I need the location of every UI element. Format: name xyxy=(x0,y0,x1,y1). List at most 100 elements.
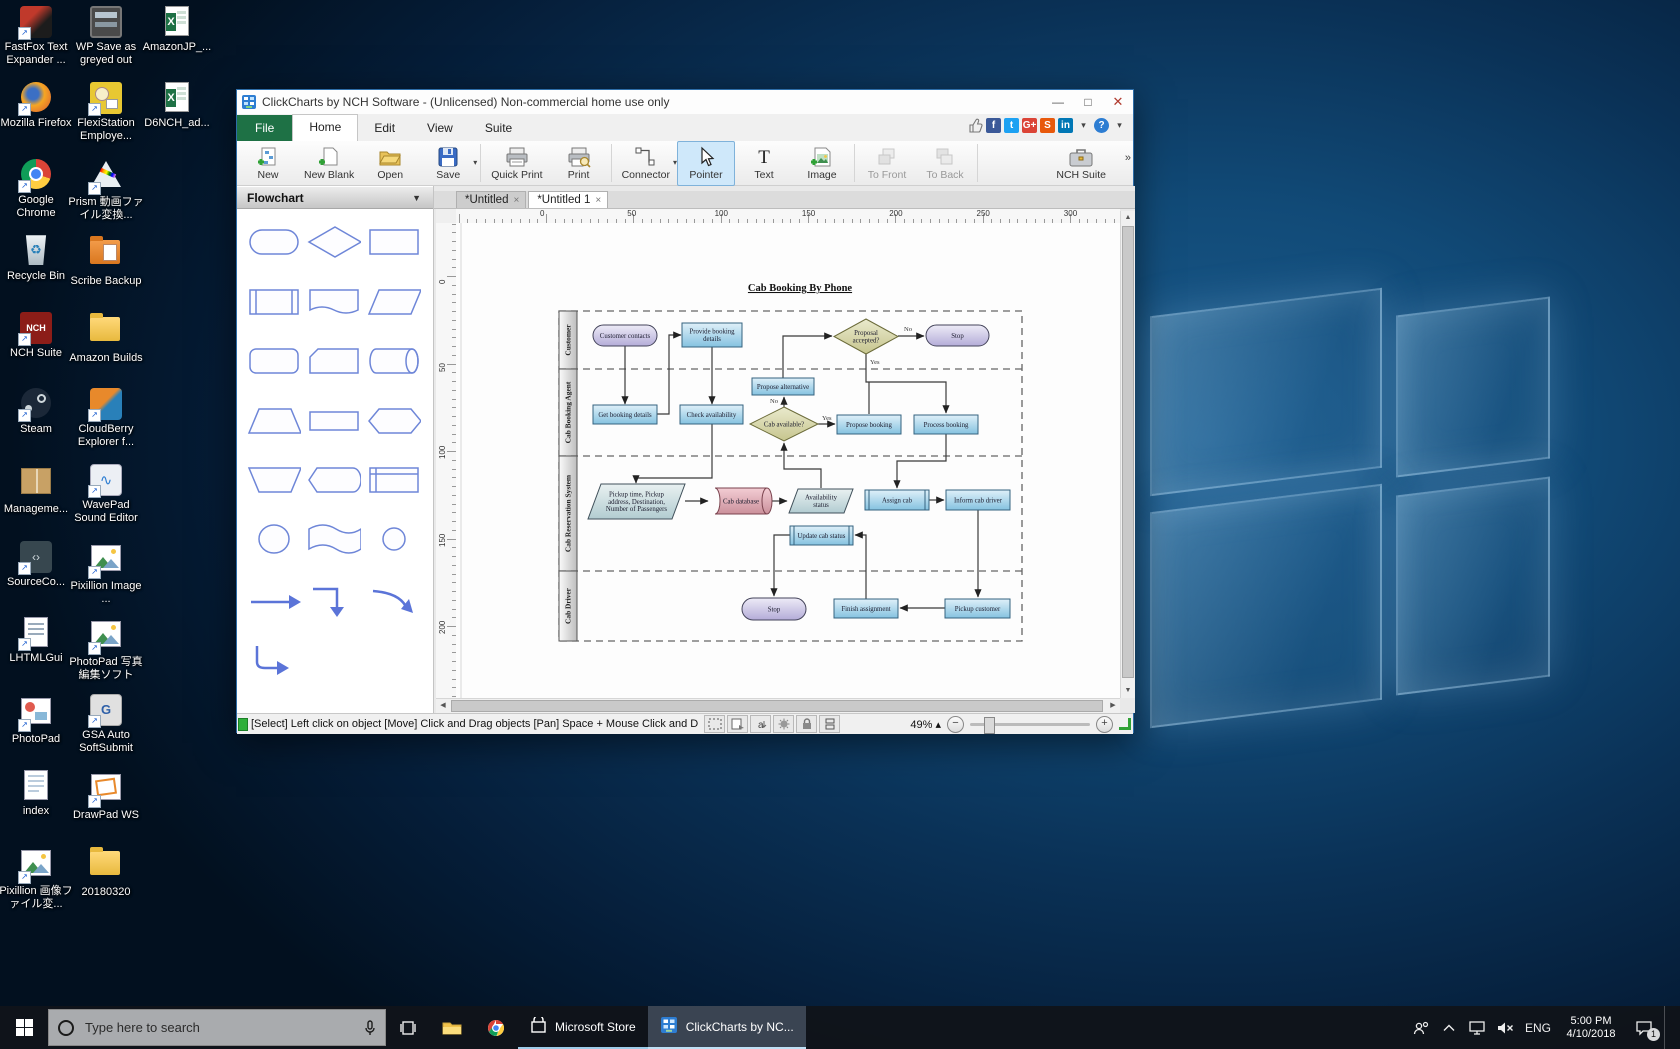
tab-close-icon[interactable]: × xyxy=(595,195,601,206)
menu-tab-suite[interactable]: Suite xyxy=(469,116,528,141)
zoom-level[interactable]: 49% xyxy=(910,719,932,731)
taskbar-clock[interactable]: 5:00 PM 4/10/2018 xyxy=(1558,1015,1624,1041)
connector[interactable] xyxy=(897,434,946,488)
shapes-panel-header[interactable]: Flowchart ▼ xyxy=(237,187,433,209)
desktop-icon[interactable]: ‹›↗SourceCo... xyxy=(0,541,74,589)
flowchart-node[interactable]: Proposalaccepted? xyxy=(834,319,898,354)
export-image-icon[interactable] xyxy=(727,715,748,733)
flowchart-node[interactable]: Stop xyxy=(926,325,989,346)
chevron-down-icon[interactable]: ▾ xyxy=(1112,118,1127,133)
close-button[interactable]: ✕ xyxy=(1103,91,1133,114)
connector[interactable] xyxy=(657,335,681,414)
people-icon[interactable] xyxy=(1408,1006,1434,1049)
document-tab[interactable]: *Untitled× xyxy=(456,191,526,208)
desktop-icon[interactable]: ↗PhotoPad xyxy=(0,694,74,746)
start-button[interactable] xyxy=(0,1006,48,1049)
desktop-icon[interactable]: ↗Steam xyxy=(0,388,74,436)
menu-tab-edit[interactable]: Edit xyxy=(358,116,411,141)
resize-grip[interactable] xyxy=(1119,718,1131,730)
shape-circle-small[interactable] xyxy=(367,522,421,556)
to-front-button[interactable]: To Front xyxy=(858,141,916,186)
shape-predefined[interactable] xyxy=(247,285,301,319)
desktop-icon[interactable]: ∿↗WavePad Sound Editor xyxy=(68,464,144,525)
desktop-icon[interactable]: index xyxy=(0,770,74,818)
connector[interactable] xyxy=(784,443,821,488)
desktop-icon[interactable]: ↗DrawPad WS xyxy=(68,770,144,822)
shape-card[interactable] xyxy=(307,344,361,378)
connector[interactable] xyxy=(774,535,790,596)
titlebar[interactable]: ClickCharts by NCH Software - (Unlicense… xyxy=(237,90,1133,115)
lock-icon[interactable] xyxy=(796,715,817,733)
search-input[interactable] xyxy=(83,1019,355,1036)
flowchart-node[interactable]: Pickup customer xyxy=(945,599,1010,618)
shape-database[interactable] xyxy=(367,344,421,378)
desktop-icon[interactable]: NCH↗NCH Suite xyxy=(0,312,74,360)
flowchart-node[interactable]: Finish assignment xyxy=(834,599,898,618)
chevron-down-icon[interactable]: ▾ xyxy=(1076,118,1091,133)
connector[interactable] xyxy=(783,336,832,378)
desktop-icon[interactable]: ↗LHTMLGui xyxy=(0,617,74,665)
nch-suite-button[interactable]: NCH Suite xyxy=(1049,141,1113,186)
shape-terminator[interactable] xyxy=(247,225,301,259)
connector[interactable] xyxy=(855,535,866,599)
flowchart-node[interactable]: Customer contacts xyxy=(593,325,657,346)
task-view-button[interactable] xyxy=(386,1006,430,1049)
flowchart-node[interactable]: Check availability xyxy=(680,405,743,424)
zoom-in-button[interactable]: + xyxy=(1096,716,1113,733)
help-icon[interactable]: ? xyxy=(1094,118,1109,133)
tab-close-icon[interactable]: × xyxy=(513,195,519,206)
flowchart-node[interactable]: Cab available? xyxy=(750,407,818,441)
vertical-scroll-thumb[interactable] xyxy=(1122,226,1134,678)
document-tab[interactable]: *Untitled 1× xyxy=(528,191,608,208)
desktop-icon[interactable]: ↗CloudBerry Explorer f... xyxy=(68,388,144,449)
flowchart-node[interactable]: Inform cab driver xyxy=(946,490,1010,510)
desktop-icon[interactable]: ♻Recycle Bin xyxy=(0,235,74,283)
flowchart-node[interactable]: Get booking details xyxy=(593,405,657,424)
chevron-down-icon[interactable]: ▾ xyxy=(473,158,477,167)
stumbleupon-icon[interactable]: S xyxy=(1040,118,1055,133)
connector-button[interactable]: Connector▾ xyxy=(615,141,677,186)
shape-trapezoid[interactable] xyxy=(247,404,301,438)
shape-parallelogram[interactable] xyxy=(367,285,421,319)
flowchart-node[interactable]: Availabilitystatus xyxy=(789,489,853,513)
shape-arrow-elbow[interactable] xyxy=(307,585,361,619)
zoom-slider[interactable] xyxy=(970,723,1090,726)
new-blank-button[interactable]: New Blank xyxy=(297,141,361,186)
render-icon[interactable] xyxy=(773,715,794,733)
file-explorer-button[interactable] xyxy=(430,1006,474,1049)
marquee-select-icon[interactable] xyxy=(704,715,725,733)
desktop-icon[interactable]: Amazon Builds xyxy=(68,312,144,365)
shape-arrow-curve[interactable] xyxy=(367,585,421,619)
desktop-icon[interactable]: ↗Prism 動画ファイル変換... xyxy=(68,159,144,222)
drawing-canvas[interactable]: CustomerCab Booking AgentCab Reservation… xyxy=(456,223,1120,698)
desktop-icon[interactable]: G↗GSA Auto SoftSubmit xyxy=(68,694,144,755)
desktop-icon[interactable]: WP Save as greyed out xyxy=(68,6,144,67)
flowchart-node[interactable]: Update cab status xyxy=(790,526,853,545)
taskbar-button-clickcharts[interactable]: ClickCharts by NC... xyxy=(648,1006,806,1049)
scroll-left-arrow[interactable]: ◀ xyxy=(436,699,450,713)
layout-icon[interactable] xyxy=(819,715,840,733)
language-indicator[interactable]: ENG xyxy=(1520,1006,1556,1049)
shape-rounded[interactable] xyxy=(247,344,301,378)
flowchart-node[interactable]: Stop xyxy=(742,598,806,620)
taskbar-button-store[interactable]: Microsoft Store xyxy=(518,1006,648,1049)
shape-ellipse[interactable] xyxy=(247,522,301,556)
text-button[interactable]: TText xyxy=(735,141,793,186)
zoom-slider-thumb[interactable] xyxy=(984,717,995,734)
horizontal-scroll-thumb[interactable] xyxy=(451,700,1103,712)
shape-hexagon[interactable] xyxy=(367,404,421,438)
twitter-icon[interactable]: t xyxy=(1004,118,1019,133)
desktop-icon[interactable]: ↗Pixillion Image ... xyxy=(68,541,144,606)
shape-rect-wide[interactable] xyxy=(307,404,361,438)
desktop-icon[interactable]: Scribe Backup xyxy=(68,235,144,288)
desktop-icon[interactable]: ↗Mozilla Firefox xyxy=(0,82,74,130)
desktop-icon[interactable]: XAmazonJP_... xyxy=(139,6,215,54)
open-button[interactable]: Open xyxy=(361,141,419,186)
zoom-out-button[interactable]: − xyxy=(947,716,964,733)
flowchart-node[interactable]: Assign cab xyxy=(865,490,929,510)
connector[interactable] xyxy=(636,424,712,483)
image-button[interactable]: Image xyxy=(793,141,851,186)
shape-arrow-straight[interactable] xyxy=(247,585,301,619)
show-desktop-button[interactable] xyxy=(1664,1006,1670,1049)
action-center-icon[interactable]: 1 xyxy=(1626,1006,1662,1049)
